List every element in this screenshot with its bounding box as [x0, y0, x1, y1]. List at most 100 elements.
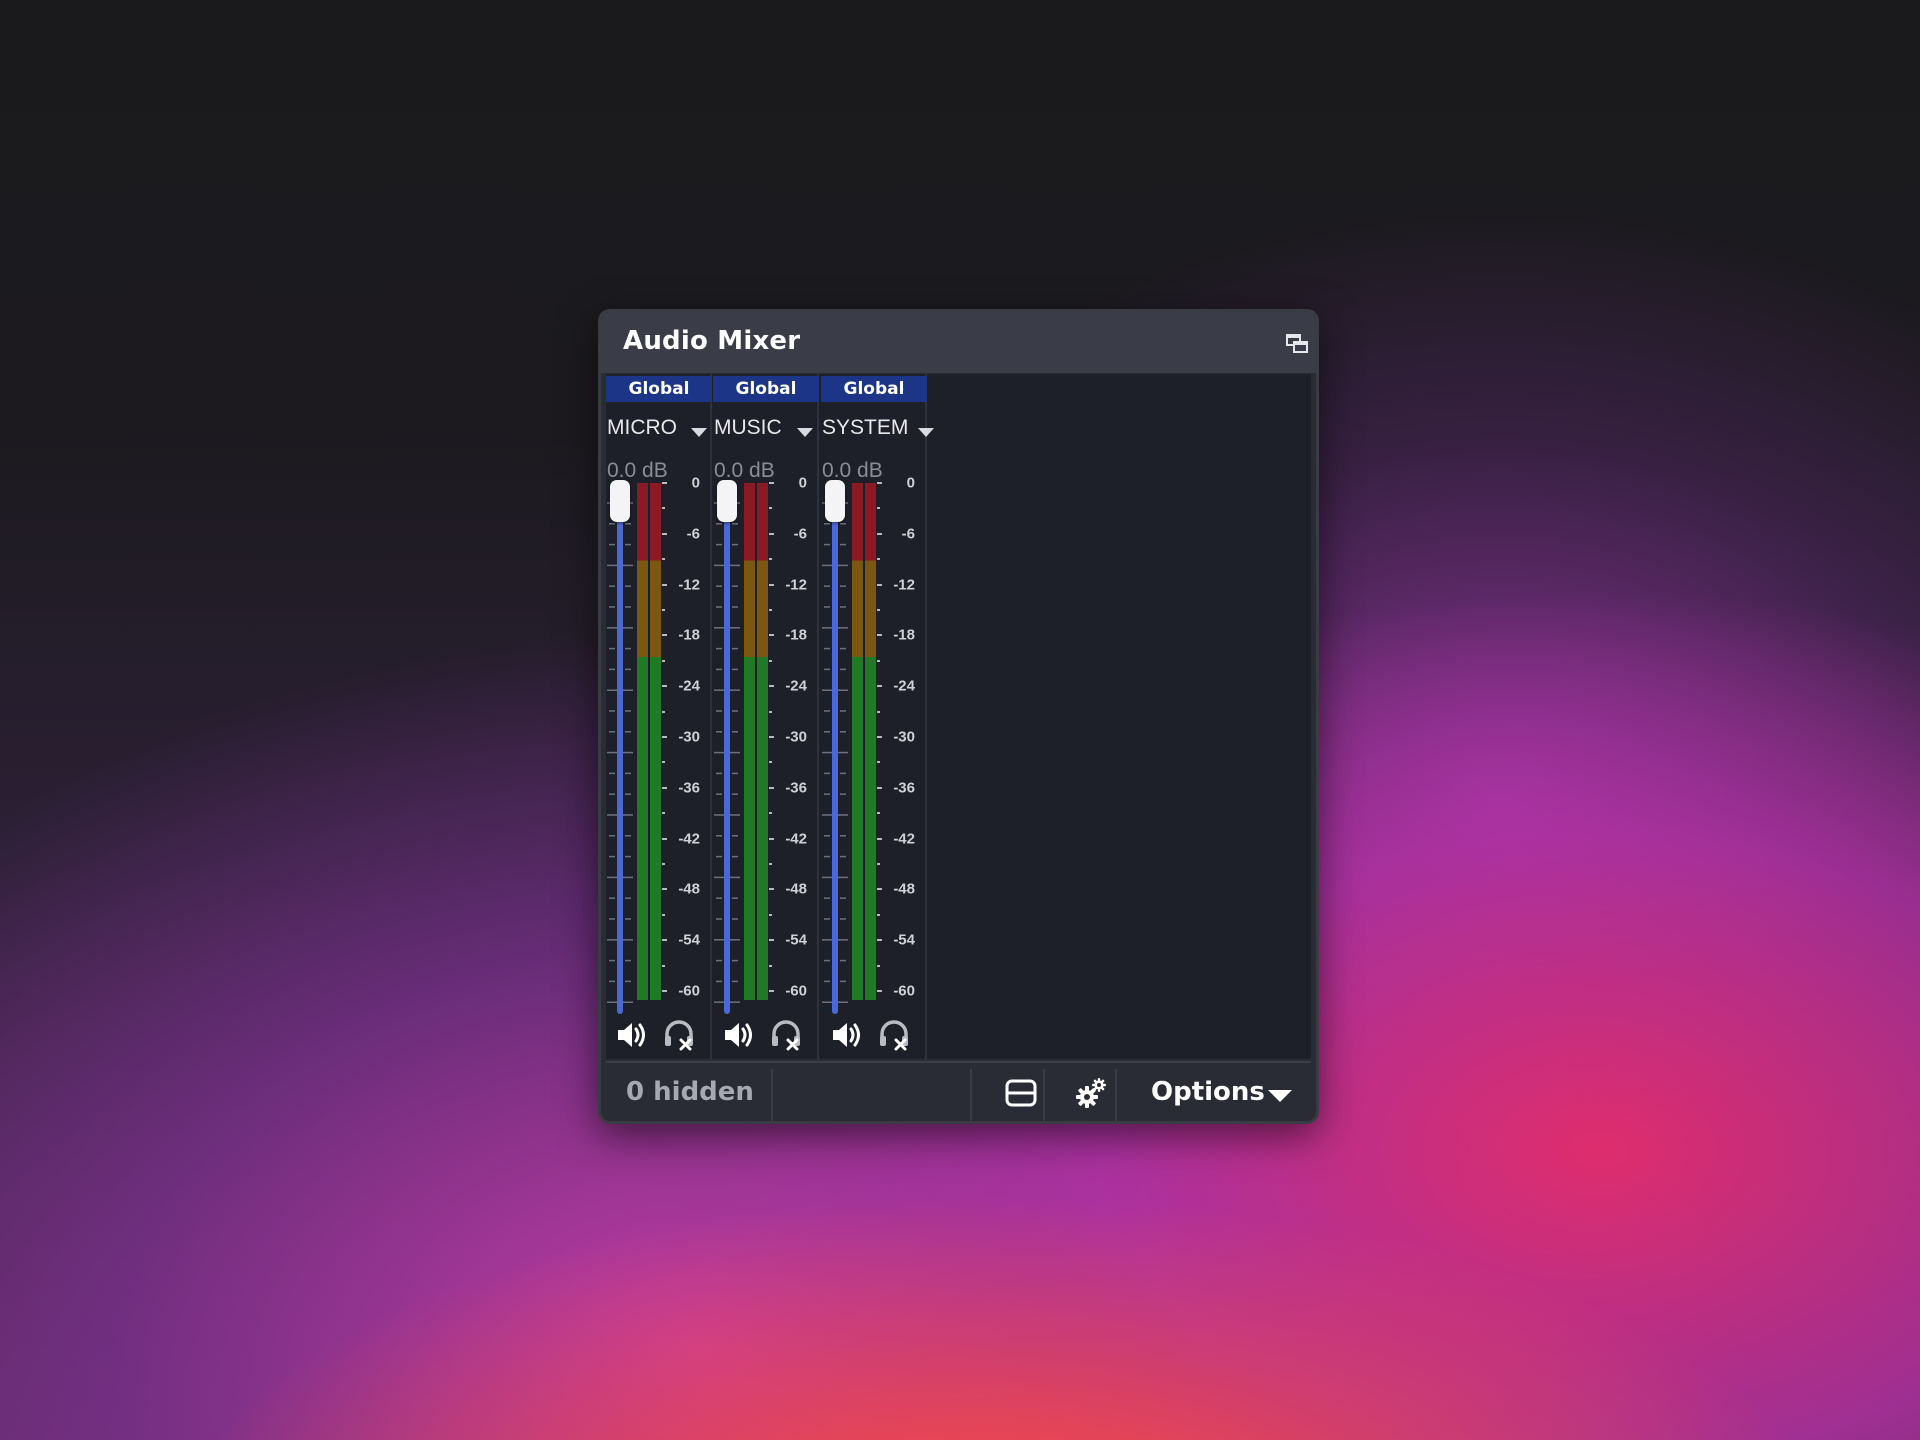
headphones-off-icon[interactable]: [877, 1018, 911, 1052]
chevron-down-icon: [1268, 1090, 1292, 1102]
options-dropdown-button[interactable]: Options: [1141, 1069, 1301, 1119]
scale-minor-tick: [769, 609, 772, 611]
headphones-off-icon[interactable]: [769, 1018, 803, 1052]
scale-minor-tick: [662, 558, 665, 561]
scale-minor-tick: [877, 609, 880, 611]
scale-tick: [769, 634, 774, 637]
scale-tick: [877, 634, 882, 637]
scale-tick: [877, 888, 882, 891]
undock-icon[interactable]: [1286, 332, 1308, 354]
scale-label: -6: [901, 525, 915, 543]
scale-minor-tick: [662, 761, 665, 764]
db-scale: 0 -6 -12 -18 -24 -30 -36 -42 -48 -54 -60: [877, 474, 927, 1014]
scale-label: -36: [785, 779, 807, 797]
scale-tick: [769, 939, 774, 942]
channel-name[interactable]: MICRO: [607, 416, 677, 440]
channel-scope-tab[interactable]: Global: [713, 376, 819, 402]
scale-tick: [769, 786, 774, 789]
scale-label: -54: [678, 931, 700, 949]
scale-tick: [769, 482, 774, 484]
scale-tick: [662, 837, 667, 840]
scale-minor-tick: [662, 964, 665, 967]
layout-toggle-icon[interactable]: [999, 1073, 1043, 1113]
volume-fader-handle[interactable]: [610, 480, 630, 522]
scale-tick: [662, 990, 667, 992]
hidden-sources-count[interactable]: 0 hidden: [626, 1077, 754, 1107]
footer-divider: [1115, 1069, 1117, 1121]
scale-minor-tick: [877, 913, 880, 916]
audio-mixer-panel: Audio Mixer Global MICRO 0.0 dB 0 -6 -12 -18 -2…: [598, 309, 1319, 1124]
channel-scope-tab[interactable]: Global: [606, 376, 712, 402]
scale-label: -60: [785, 982, 807, 1000]
scale-label: -36: [893, 779, 915, 797]
scale-minor-tick: [877, 863, 880, 865]
scale-label: -60: [678, 982, 700, 1000]
scale-label: -30: [893, 728, 915, 746]
chevron-down-icon[interactable]: [797, 428, 813, 437]
scale-label: -12: [785, 576, 807, 594]
options-label: Options: [1151, 1077, 1265, 1107]
scale-label: 0: [798, 474, 807, 492]
fader-tick-marks: [714, 502, 740, 1003]
scale-label: -48: [678, 880, 700, 898]
scale-minor-tick: [662, 812, 665, 815]
scale-label: -12: [678, 576, 700, 594]
channel-name[interactable]: SYSTEM: [822, 416, 908, 440]
db-scale: 0 -6 -12 -18 -24 -30 -36 -42 -48 -54 -60: [662, 474, 712, 1014]
scale-label: 0: [906, 474, 915, 492]
level-meter-bar: [637, 483, 648, 1000]
channel-strip: Global SYSTEM 0.0 dB 0 -6 -12 -18 -24 -30 -36 -42-…: [821, 374, 934, 1059]
channel-strip: Global MICRO 0.0 dB 0 -6 -12 -18 -24 -30 -36 -42 -4…: [606, 374, 712, 1059]
channel-strip: Global MUSIC 0.0 dB 0 -6 -12 -18 -24 -30 -36 -42 -4…: [713, 374, 819, 1059]
scale-minor-tick: [662, 913, 665, 916]
scale-label: -24: [893, 677, 915, 695]
speaker-icon[interactable]: [829, 1018, 863, 1052]
scale-tick: [877, 583, 882, 586]
scale-tick: [769, 888, 774, 891]
scale-minor-tick: [877, 761, 880, 764]
volume-fader-handle[interactable]: [825, 480, 845, 522]
headphones-off-icon[interactable]: [662, 1018, 696, 1052]
speaker-icon[interactable]: [614, 1018, 648, 1052]
scale-label: -6: [793, 525, 807, 543]
fader-tick-marks: [822, 502, 848, 1003]
level-meter-bar: [744, 483, 755, 1000]
scale-tick: [877, 482, 882, 484]
scale-label: -6: [686, 525, 700, 543]
settings-gears-icon[interactable]: [1069, 1073, 1113, 1113]
mixer-channels-area: Global MICRO 0.0 dB 0 -6 -12 -18 -24 -30 -36 -42 -4…: [606, 374, 1311, 1059]
scale-tick: [877, 532, 882, 535]
scale-tick: [769, 990, 774, 992]
scale-minor-tick: [877, 812, 880, 815]
speaker-icon[interactable]: [721, 1018, 755, 1052]
scale-tick: [662, 786, 667, 789]
scale-label: -18: [785, 626, 807, 644]
scale-tick: [662, 685, 667, 688]
scale-label: -30: [678, 728, 700, 746]
channel-scope-tab[interactable]: Global: [821, 376, 927, 402]
channel-name[interactable]: MUSIC: [714, 416, 782, 440]
scale-label: -42: [785, 830, 807, 848]
scale-tick: [877, 990, 882, 992]
scale-minor-tick: [877, 710, 880, 713]
scale-minor-tick: [662, 659, 665, 662]
fader-tick-marks: [607, 502, 633, 1003]
scale-tick: [769, 837, 774, 840]
scale-label: -24: [678, 677, 700, 695]
scale-minor-tick: [769, 659, 772, 662]
scale-label: -48: [785, 880, 807, 898]
chevron-down-icon[interactable]: [918, 428, 934, 437]
panel-titlebar[interactable]: Audio Mixer: [601, 312, 1316, 373]
scale-minor-tick: [769, 863, 772, 865]
scale-minor-tick: [769, 507, 772, 510]
scale-label: -54: [785, 931, 807, 949]
chevron-down-icon[interactable]: [691, 428, 707, 437]
scale-label: -42: [678, 830, 700, 848]
scale-label: -54: [893, 931, 915, 949]
scale-tick: [662, 583, 667, 586]
scale-tick: [662, 634, 667, 637]
level-meter-bar: [852, 483, 863, 1000]
scale-tick: [877, 685, 882, 688]
volume-fader-handle[interactable]: [717, 480, 737, 522]
db-scale: 0 -6 -12 -18 -24 -30 -36 -42 -48 -54 -60: [769, 474, 819, 1014]
